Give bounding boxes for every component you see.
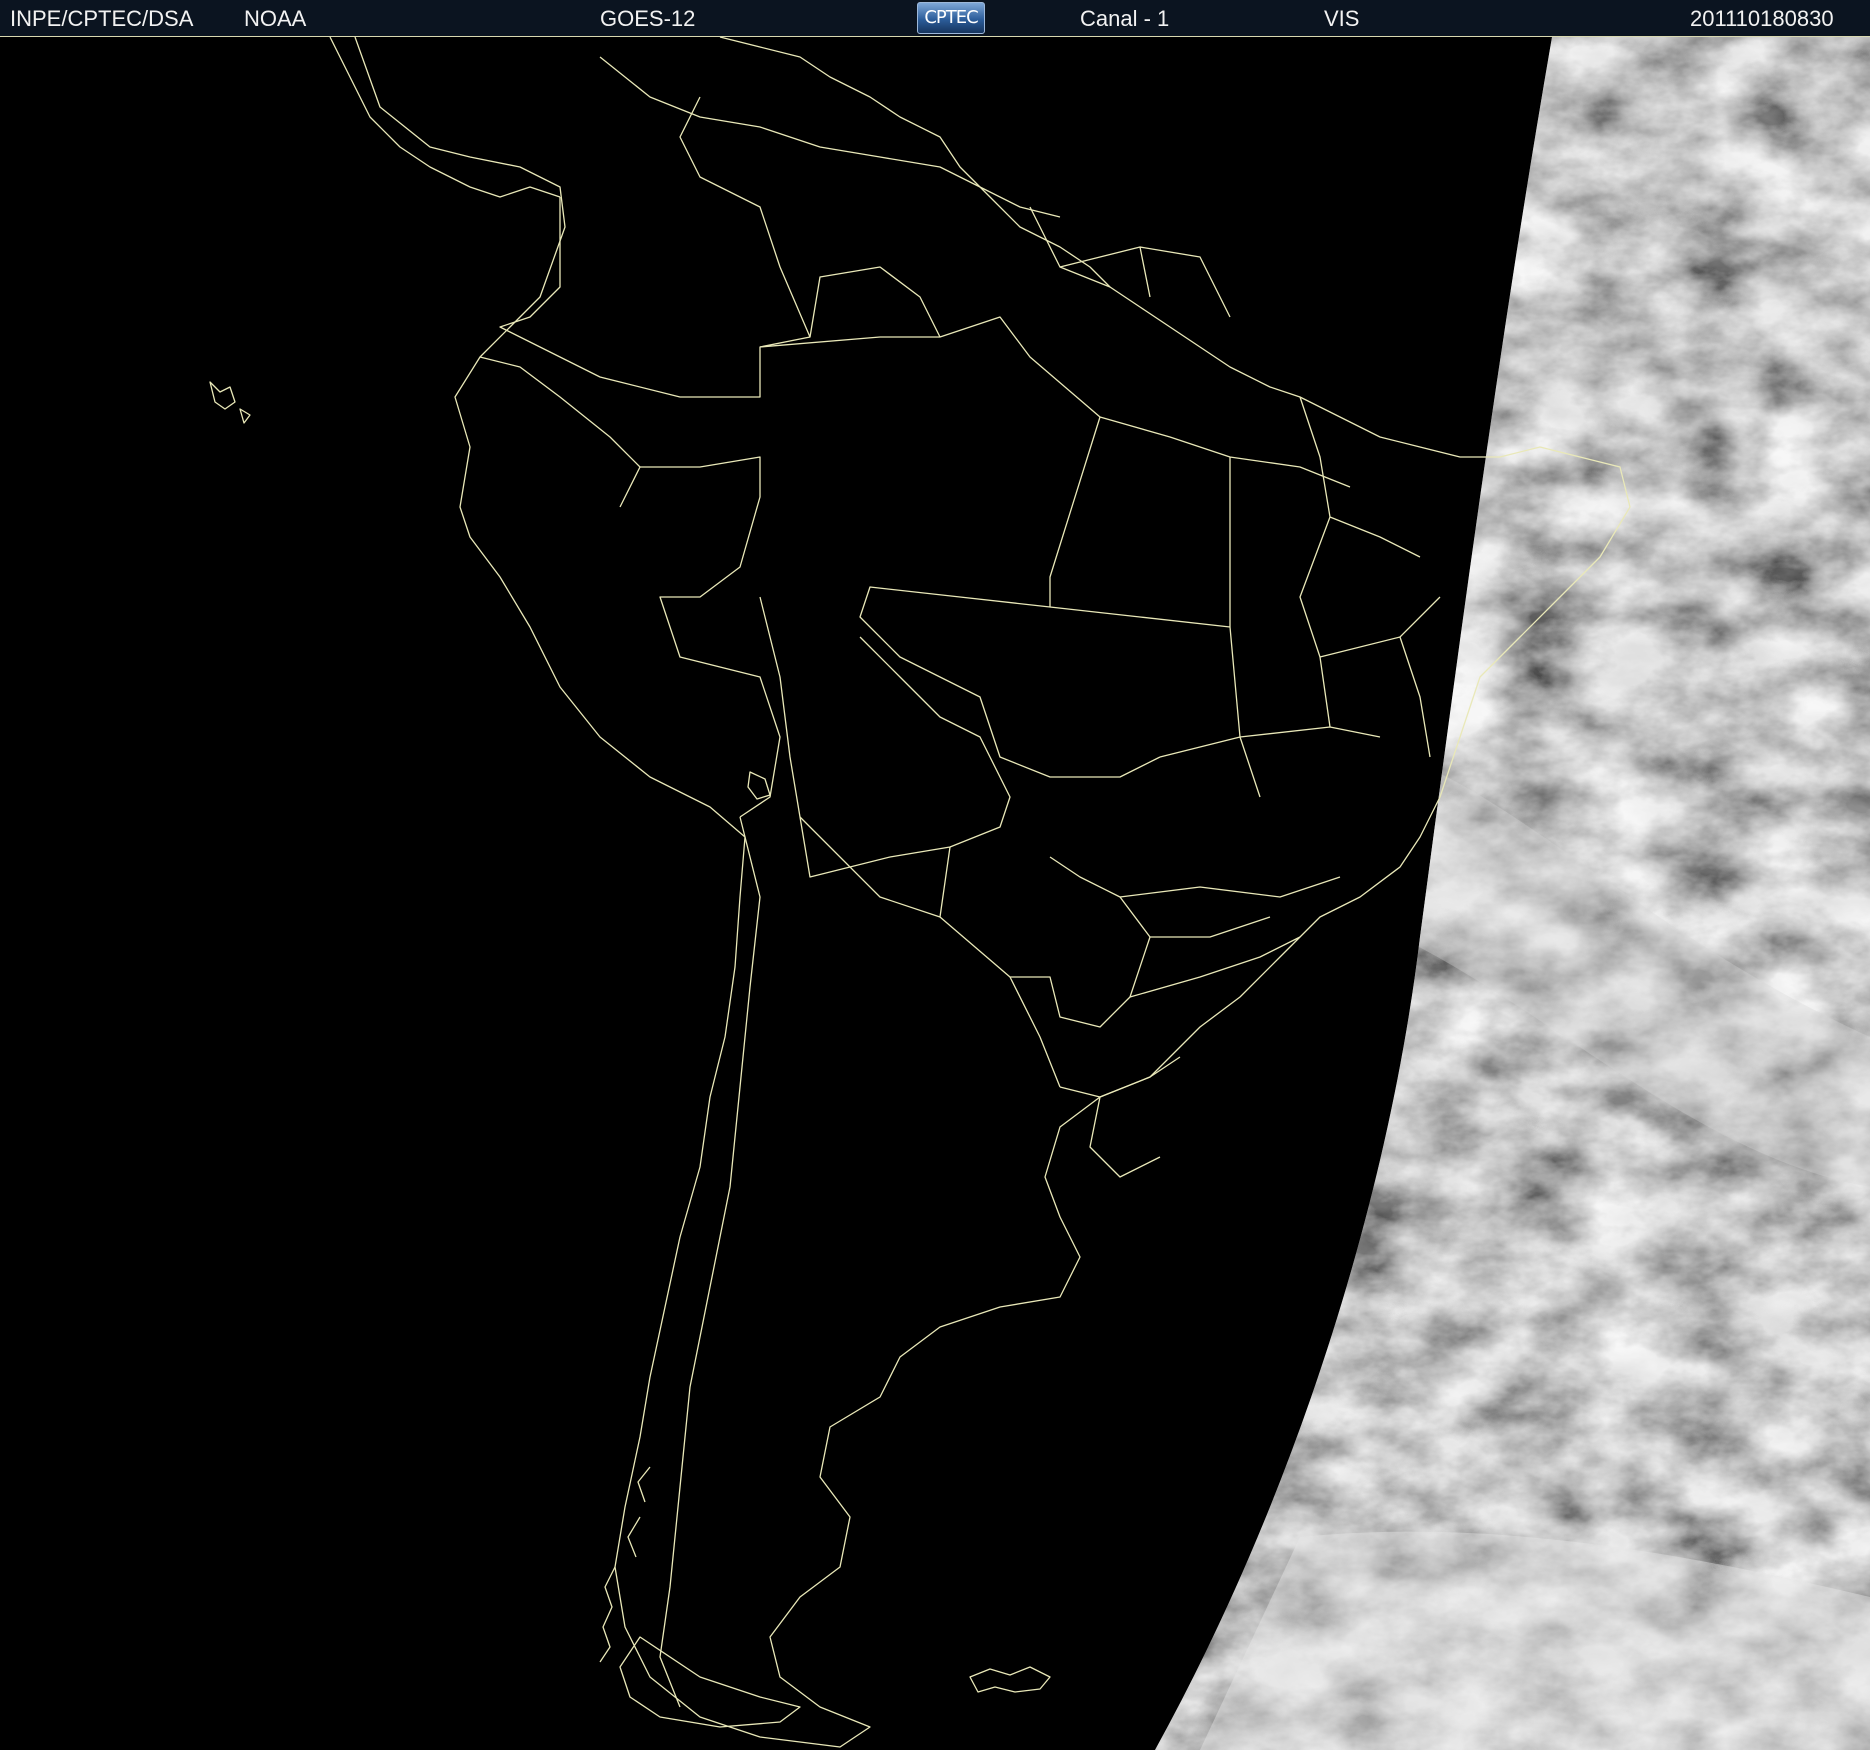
- source-label: NOAA: [244, 6, 307, 31]
- cptec-logo: CPTEC: [917, 2, 985, 34]
- satellite-label: GOES-12: [600, 6, 696, 31]
- agency-label: INPE/CPTEC/DSA: [10, 6, 194, 31]
- timestamp-label: 201110180830: [1690, 6, 1834, 31]
- band-label: VIS: [1324, 6, 1360, 31]
- map-svg: [0, 37, 1870, 1750]
- satellite-image: [0, 37, 1870, 1750]
- channel-label: Canal - 1: [1080, 6, 1170, 31]
- image-header: INPE/CPTEC/DSA NOAA GOES-12 CPTEC Canal …: [0, 0, 1870, 37]
